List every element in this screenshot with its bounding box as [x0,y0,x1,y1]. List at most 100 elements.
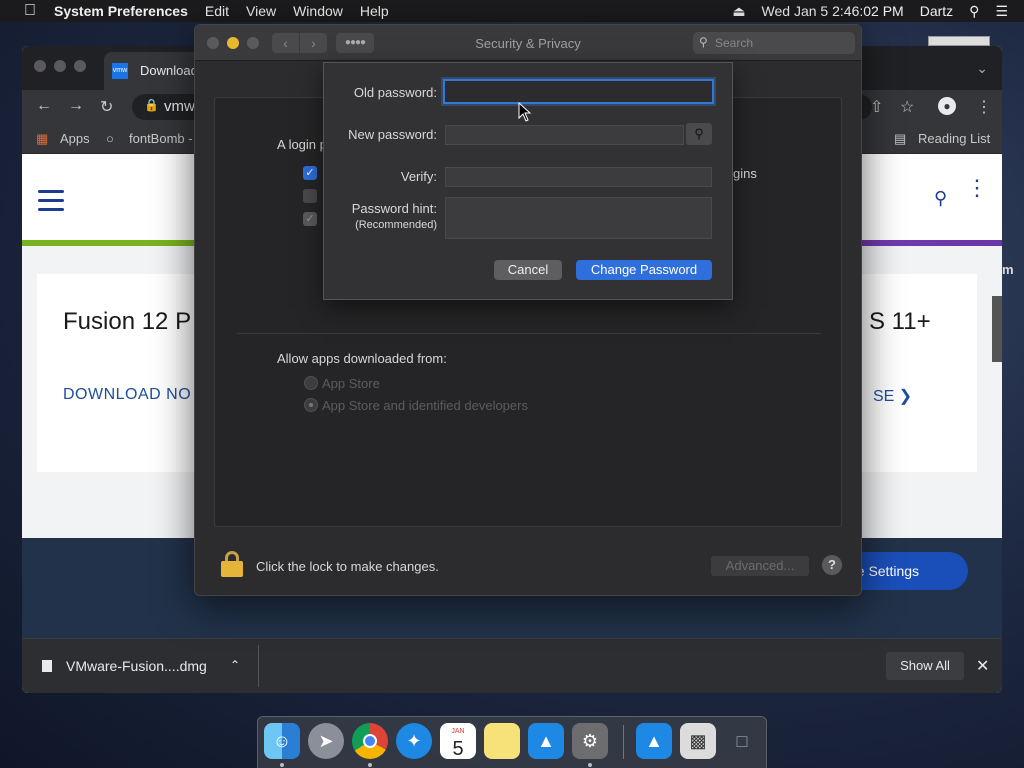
window-title-bar: ‹ › ●●●● Security & Privacy ⚲ Search [195,25,861,61]
download-now-link[interactable]: DOWNLOAD NO [63,386,191,404]
chevron-up-icon[interactable]: ⌃ [230,658,240,672]
download-shelf: VMware-Fusion....dmg ⌃ Show All ✕ [22,638,1002,693]
chrome-icon[interactable] [352,723,388,759]
desktop-drive-icon[interactable] [928,36,990,46]
download-file-name: VMware-Fusion....dmg [66,658,207,674]
show-message-checkbox[interactable] [303,189,317,203]
vmware-favicon-icon: vmw [112,63,128,79]
share-icon[interactable]: ⇧ [870,97,883,117]
browser-scrollbar[interactable] [992,296,1002,362]
menu-view[interactable]: View [246,3,276,19]
login-password-text: A login p [277,137,327,152]
apple-icon[interactable]:  [20,2,40,20]
change-password-button[interactable]: Change Password [576,260,712,280]
calendar-icon[interactable]: JAN 5 [440,723,476,759]
dock: ☺ ➤ ✦ JAN 5 ▲ ⚙ ▲ ▩ □ [257,716,767,768]
menu-app-name[interactable]: System Preferences [54,3,188,19]
menubar-user[interactable]: Dartz [920,3,953,19]
identified-developers-radio[interactable] [304,398,318,412]
dock-separator [623,725,624,759]
menu-edit[interactable]: Edit [205,3,229,19]
browser-zoom-button[interactable] [74,60,86,72]
address-bar-url: vmw [164,98,195,115]
control-center-icon[interactable]: ☰ [995,3,1008,20]
chrome-center-icon [363,734,377,748]
bookmark-apps[interactable]: Apps [60,131,90,146]
spotlight-search-icon[interactable]: ⚲ [969,3,979,20]
calendar-month: JAN [451,728,465,735]
download-item[interactable]: VMware-Fusion....dmg [42,658,207,674]
card-title-right: S 11+ [869,308,931,335]
reading-list-button[interactable]: Reading List [918,131,990,146]
hamburger-menu-icon[interactable] [38,190,64,212]
logins-text: gins [733,166,757,181]
reading-list-icon: ▤ [894,131,907,146]
menubar-clock[interactable]: Wed Jan 5 2:46:02 PM [762,3,904,19]
password-hint-field[interactable] [445,197,712,239]
lock-status-text: Click the lock to make changes. [256,559,439,574]
more-menu-icon[interactable]: ⋮ [976,97,992,117]
search-icon: ⚲ [699,35,708,49]
forward-arrow-icon[interactable]: → [68,97,84,115]
notes-icon[interactable] [484,723,520,759]
cancel-button[interactable]: Cancel [494,260,562,280]
eject-icon[interactable]: ⏏ [732,3,745,20]
close-icon[interactable]: ✕ [976,656,989,676]
site-more-icon[interactable]: ⋮ [966,177,988,199]
disable-auto-login-checkbox[interactable]: ✓ [303,212,317,226]
card-link-right-label: SE [873,388,895,405]
background-side-text: m [1002,262,1014,277]
show-all-button[interactable]: Show All [886,652,964,680]
app-store-icon[interactable]: ▲ [528,723,564,759]
app-store-label: App Store [322,376,380,391]
back-arrow-icon[interactable]: ← [36,97,52,115]
menu-help[interactable]: Help [360,3,389,19]
password-assistant-key-icon[interactable]: ⚲ [686,123,712,145]
help-button[interactable]: ? [822,555,842,575]
verify-password-field[interactable] [445,167,712,187]
browser-tab-title: Download [140,63,198,78]
launchpad-icon[interactable]: ➤ [308,723,344,759]
verify-label: Verify: [400,169,437,184]
new-password-label: New password: [348,127,437,142]
finder-icon[interactable]: ☺ [264,723,300,759]
trash-icon[interactable]: □ [724,723,760,759]
app-store-radio[interactable] [304,376,318,390]
mouse-pointer-icon [518,102,532,122]
safari-icon[interactable]: ✦ [396,723,432,759]
profile-avatar-icon[interactable]: ● [938,97,956,115]
download-shelf-divider [258,645,259,687]
identified-developers-label: App Store and identified developers [322,398,528,413]
password-hint-label: Password hint: [351,201,437,216]
card-link-right[interactable]: SE ❯ [873,386,912,406]
password-hint-sublabel: (Recommended) [355,219,437,231]
old-password-label: Old password: [353,85,437,100]
document-icon[interactable]: ▩ [680,723,716,759]
app-store-download-icon[interactable]: ▲ [636,723,672,759]
lock-icon[interactable] [221,551,243,577]
file-icon [42,660,52,672]
browser-close-button[interactable] [34,60,46,72]
system-preferences-icon[interactable]: ⚙ [572,723,608,759]
reload-icon[interactable]: ↻ [100,97,113,117]
pane-divider [237,333,821,334]
search-placeholder: Search [715,36,754,50]
tab-search-chevron-icon[interactable]: ⌄ [976,60,988,77]
new-password-field[interactable] [445,125,684,145]
lock-icon: 🔒 [144,98,159,112]
site-search-icon[interactable]: ⚲ [934,188,947,209]
card-title-left: Fusion 12 P [63,308,192,335]
bookmark-fontbomb[interactable]: fontBomb - [129,131,193,146]
chrome-running-dot [368,763,372,767]
allow-apps-label: Allow apps downloaded from: [277,351,447,366]
browser-minimize-button[interactable] [54,60,66,72]
apps-grid-icon: ▦ [36,131,49,146]
chevron-right-icon: ❯ [898,388,913,405]
require-password-checkbox[interactable]: ✓ [303,166,317,180]
old-password-field[interactable] [443,79,714,104]
menu-window[interactable]: Window [293,3,343,19]
advanced-button[interactable]: Advanced... [711,556,809,576]
bookmark-star-icon[interactable]: ☆ [900,97,914,117]
finder-running-dot [280,763,284,767]
preferences-search-input[interactable]: ⚲ Search [693,32,855,54]
